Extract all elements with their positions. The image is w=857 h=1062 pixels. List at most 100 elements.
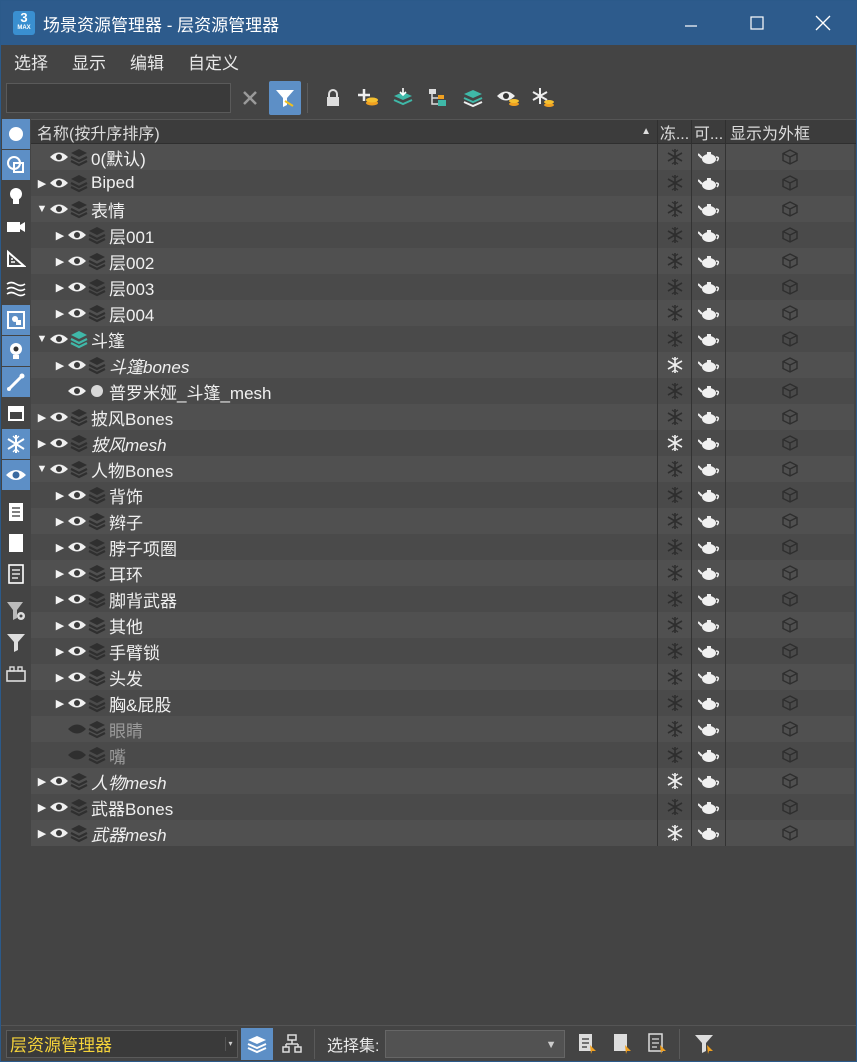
renderable-toggle[interactable] <box>692 456 726 482</box>
eye-icon[interactable] <box>49 150 69 164</box>
layer-name-cell[interactable]: ▶ 脚背武器 <box>31 586 658 612</box>
expand-arrow-icon[interactable]: ▶ <box>35 436 49 450</box>
renderable-toggle[interactable] <box>692 300 726 326</box>
invert-selection-bottom-button[interactable] <box>641 1028 673 1060</box>
renderable-toggle[interactable] <box>692 716 726 742</box>
display-box-toggle[interactable] <box>726 664 854 690</box>
freeze-toggle[interactable] <box>658 482 692 508</box>
layer-row[interactable]: 0(默认) <box>31 144 856 170</box>
layer-row[interactable]: ▶ 武器Bones <box>31 794 856 820</box>
expand-arrow-icon[interactable]: ▶ <box>53 618 67 632</box>
layer-icon[interactable] <box>87 615 107 635</box>
layers-button[interactable] <box>457 81 489 115</box>
layer-row[interactable]: ▼ 表情 <box>31 196 856 222</box>
add-to-layer-button[interactable] <box>387 81 419 115</box>
layer-row[interactable]: ▶ 披风Bones <box>31 404 856 430</box>
display-box-toggle[interactable] <box>726 612 854 638</box>
expand-arrow-icon[interactable]: ▶ <box>53 644 67 658</box>
layer-name-cell[interactable]: 0(默认) <box>31 144 658 170</box>
layer-row[interactable]: 普罗米娅_斗篷_mesh <box>31 378 856 404</box>
layer-row[interactable]: ▶ 耳环 <box>31 560 856 586</box>
layer-row[interactable]: ▶ 脚背武器 <box>31 586 856 612</box>
clear-search-button[interactable] <box>234 81 266 115</box>
freeze-toggle[interactable] <box>658 768 692 794</box>
layer-name-cell[interactable]: ▶ 其他 <box>31 612 658 638</box>
close-button[interactable] <box>790 1 856 45</box>
renderable-toggle[interactable] <box>692 196 726 222</box>
renderable-toggle[interactable] <box>692 352 726 378</box>
renderable-toggle[interactable] <box>692 482 726 508</box>
renderable-toggle[interactable] <box>692 612 726 638</box>
freeze-toggle[interactable] <box>658 456 692 482</box>
freeze-toggle[interactable] <box>658 300 692 326</box>
frozen-filter-button[interactable] <box>2 429 30 459</box>
layer-row[interactable]: ▶ 胸&屁股 <box>31 690 856 716</box>
freeze-toggle[interactable] <box>658 196 692 222</box>
display-box-toggle[interactable] <box>726 456 854 482</box>
renderable-toggle[interactable] <box>692 274 726 300</box>
layer-name-cell[interactable]: ▶ 武器Bones <box>31 794 658 820</box>
layer-row[interactable]: 嘴 <box>31 742 856 768</box>
menu-display[interactable]: 显示 <box>61 49 117 74</box>
display-box-toggle[interactable] <box>726 508 854 534</box>
expand-arrow-icon[interactable]: ▶ <box>53 540 67 554</box>
layer-icon[interactable] <box>87 225 107 245</box>
layer-row[interactable]: ▶ 手臂锁 <box>31 638 856 664</box>
layer-name-cell[interactable]: ▶ 层004 <box>31 300 658 326</box>
layer-icon[interactable] <box>87 693 107 713</box>
active-layer-icon[interactable] <box>69 329 89 349</box>
layer-icon[interactable] <box>69 797 89 817</box>
freeze-toggle[interactable] <box>658 560 692 586</box>
expand-arrow-icon[interactable]: ▶ <box>53 566 67 580</box>
filter-button[interactable] <box>2 627 30 657</box>
layer-icon[interactable] <box>87 277 107 297</box>
layer-name-cell[interactable]: ▶ 斗篷bones <box>31 352 658 378</box>
eye-icon[interactable] <box>67 592 87 606</box>
renderable-toggle[interactable] <box>692 794 726 820</box>
renderable-toggle[interactable] <box>692 820 726 846</box>
layer-name-cell[interactable]: ▼ 表情 <box>31 196 658 222</box>
eye-icon[interactable] <box>49 800 69 814</box>
column-name-header[interactable]: 名称(按升序排序) ▲ <box>31 120 658 143</box>
layer-name-cell[interactable]: ▶ 脖子项圈 <box>31 534 658 560</box>
display-box-toggle[interactable] <box>726 430 854 456</box>
display-box-toggle[interactable] <box>726 144 854 170</box>
renderable-toggle[interactable] <box>692 378 726 404</box>
helpers-filter-button[interactable] <box>2 243 30 273</box>
eye-icon[interactable] <box>67 228 87 242</box>
renderable-toggle[interactable] <box>692 248 726 274</box>
freeze-toggle[interactable] <box>658 144 692 170</box>
sort-by-layer-button[interactable] <box>241 1027 273 1060</box>
layer-name-cell[interactable]: ▶ 耳环 <box>31 560 658 586</box>
eye-icon[interactable] <box>49 436 69 450</box>
freeze-toggle[interactable] <box>658 430 692 456</box>
layer-name-cell[interactable]: ▶ 披风mesh <box>31 430 658 456</box>
column-display-box-header[interactable]: 显示为外框 <box>726 120 854 143</box>
create-layer-button[interactable] <box>352 81 384 115</box>
geometry-filter-button[interactable] <box>2 119 30 149</box>
layer-row[interactable]: ▶ 层002 <box>31 248 856 274</box>
eye-icon[interactable] <box>49 176 69 190</box>
freeze-toggle[interactable] <box>658 248 692 274</box>
shapes-filter-button[interactable] <box>2 150 30 180</box>
extra-filter-button[interactable] <box>2 658 30 688</box>
freeze-toggle[interactable] <box>658 274 692 300</box>
menu-customize[interactable]: 自定义 <box>177 49 250 74</box>
renderable-toggle[interactable] <box>692 508 726 534</box>
expand-arrow-icon[interactable]: ▶ <box>53 514 67 528</box>
layer-row[interactable]: ▶ 脖子项圈 <box>31 534 856 560</box>
sort-by-hierarchy-button[interactable] <box>276 1028 308 1060</box>
layer-icon[interactable] <box>69 173 89 193</box>
freeze-layer-button[interactable] <box>527 81 559 115</box>
expand-arrow-icon[interactable]: ▶ <box>53 306 67 320</box>
display-box-toggle[interactable] <box>726 378 854 404</box>
eye-icon[interactable] <box>49 826 69 840</box>
freeze-toggle[interactable] <box>658 820 692 846</box>
display-box-toggle[interactable] <box>726 404 854 430</box>
eye-icon[interactable] <box>67 488 87 502</box>
expand-arrow-icon[interactable]: ▶ <box>35 176 49 190</box>
renderable-toggle[interactable] <box>692 326 726 352</box>
layer-icon[interactable] <box>87 485 107 505</box>
maximize-button[interactable] <box>724 1 790 45</box>
expand-arrow-icon[interactable]: ▶ <box>53 254 67 268</box>
